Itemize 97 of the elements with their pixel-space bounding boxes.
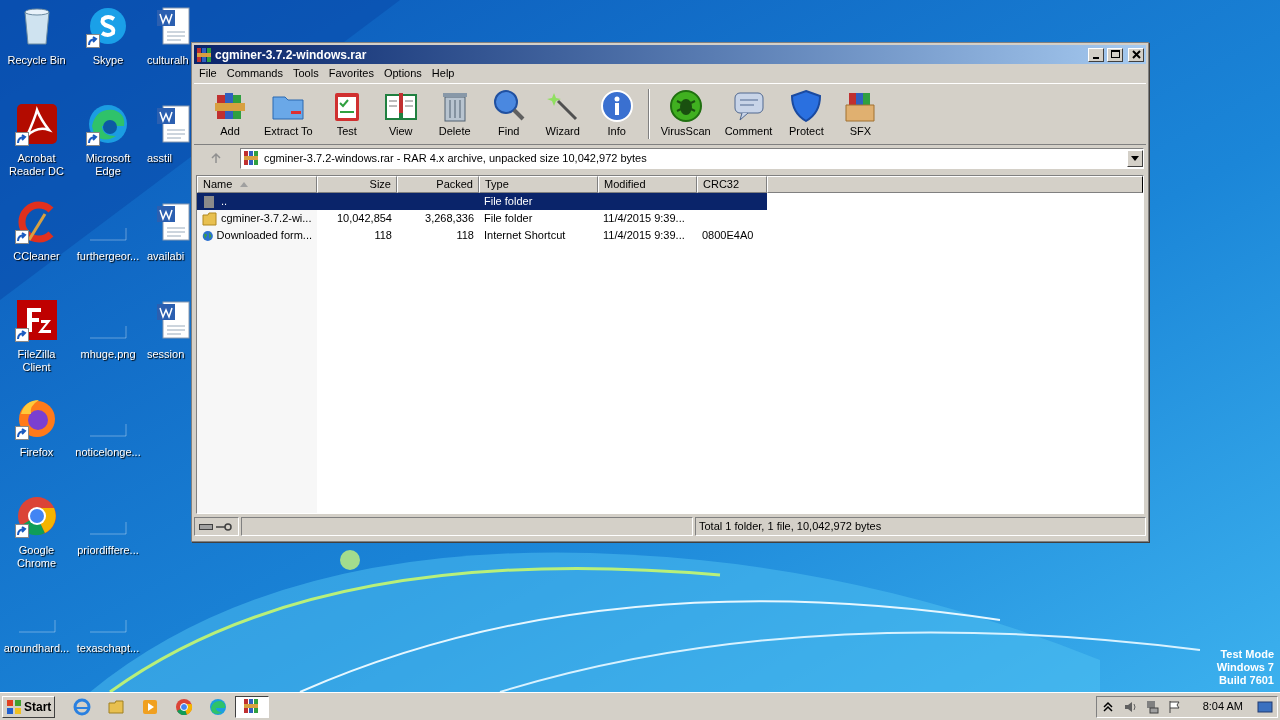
icon-label[interactable]: Recycle Bin (7, 54, 66, 67)
icon-label[interactable]: priordiffere... (77, 544, 139, 557)
file-row[interactable]: Downloaded form... 118 118 Internet Shortcut 11/4/2015 9:39... 0800E4A0 (197, 227, 767, 244)
table-cell-text: 118 (456, 228, 474, 244)
column-header[interactable]: Name (197, 176, 317, 193)
toolbar-button[interactable]: SFX (834, 88, 887, 140)
folder-icon (202, 210, 218, 227)
show-desktop-icon[interactable] (1257, 699, 1273, 714)
minimize-button[interactable] (1088, 47, 1104, 62)
column-header[interactable]: Size (317, 176, 397, 193)
icon-label[interactable]: texaschapt... (76, 642, 140, 655)
table-cell-text: File folder (484, 211, 533, 227)
flag-icon[interactable] (1166, 698, 1183, 715)
menu-item[interactable]: Commands (221, 65, 288, 82)
menu-item[interactable]: Help (426, 65, 460, 82)
toolbar-button[interactable]: Add (204, 88, 256, 140)
toolbar-button[interactable]: Test (320, 88, 373, 140)
window-title: cgminer-3.7.2-windows.rar (215, 46, 367, 64)
clock-time[interactable]: 8:04 AM (1202, 698, 1243, 715)
menu-item[interactable]: Options (378, 65, 427, 82)
drive-icon (199, 522, 213, 531)
toolbar-button[interactable]: View (374, 88, 427, 140)
key-icon (216, 522, 232, 531)
network-icon[interactable] (1144, 698, 1161, 715)
toolbar-button[interactable]: Find (482, 88, 535, 140)
menu-item[interactable]: Tools (288, 65, 324, 82)
icon-label[interactable]: Firefox (19, 446, 54, 459)
icon-label[interactable]: availabi (147, 250, 185, 263)
toolbar-button[interactable]: Protect (780, 88, 833, 140)
address-text: cgminer-3.7.2-windows.rar - RAR 4.x archive, unpacked size 10,042,972 bytes (264, 150, 648, 166)
taskbar-app[interactable] (235, 695, 270, 718)
toolbar-button[interactable]: Delete (428, 88, 481, 140)
toolbar-button[interactable]: Extract To (258, 88, 319, 140)
icon-label[interactable]: asstil (147, 152, 173, 165)
table-cell-text: 118 (374, 228, 392, 244)
maximize-icon (1109, 49, 1121, 60)
icon-label[interactable]: Google Chrome (2, 544, 71, 570)
file-row[interactable]: .. File folder (197, 193, 767, 210)
table-cell-text: cgminer-3.7.2-wi... (221, 211, 312, 227)
table-cell-text: 11/4/2015 9:39... (603, 211, 685, 227)
caret-icon (1131, 155, 1139, 161)
archive-icon (243, 150, 259, 166)
maximize-button[interactable] (1107, 47, 1123, 62)
bug-icon (668, 88, 703, 123)
os-mode-text: Windows 7 (1216, 661, 1274, 674)
edge-icon (209, 697, 228, 716)
edge-icon[interactable] (86, 102, 130, 146)
os-mode-text: Test Mode (1220, 648, 1274, 661)
media-player-icon (141, 697, 160, 716)
table-cell-text: 11/4/2015 9:39... (603, 228, 685, 244)
magnifier-icon (491, 88, 526, 123)
table-cell-text: Internet Shortcut (484, 228, 566, 244)
chrome-icon (175, 697, 194, 716)
close-icon (1130, 49, 1142, 60)
sort-arrow-icon (240, 182, 249, 187)
table-cell-text: .. (221, 194, 228, 210)
icon-label[interactable]: furthergeor... (76, 250, 140, 263)
dropdown-button[interactable] (1127, 149, 1143, 167)
minimize-icon (1093, 56, 1099, 59)
icon-label[interactable]: noticelonge... (75, 446, 141, 459)
icon-label[interactable]: mhuge.png (80, 348, 136, 361)
column-header[interactable]: Modified (598, 176, 697, 193)
info-icon (599, 88, 634, 123)
icon-label[interactable]: CCleaner (13, 250, 60, 263)
icon-label[interactable]: culturalh (147, 54, 189, 67)
internet-explorer-icon (73, 697, 92, 716)
icon-label[interactable]: Microsoft Edge (74, 152, 142, 178)
menu-item[interactable]: Favorites (323, 65, 379, 82)
column-header[interactable]: CRC32 (697, 176, 767, 193)
menu-item[interactable]: File (194, 65, 222, 82)
folder-icon (107, 697, 126, 716)
up-arrow-icon (210, 152, 222, 164)
table-cell-text: 0800E4A0 (702, 228, 754, 244)
toolbar-button[interactable]: Wizard (536, 88, 589, 140)
column-header[interactable]: Packed (397, 176, 479, 193)
status-text: Total 1 folder, 1 file, 10,042,972 bytes (699, 519, 882, 535)
icon-label[interactable]: Skype (92, 54, 124, 67)
icon-label[interactable]: FileZilla Client (2, 348, 71, 374)
icon-label[interactable]: Acrobat Reader DC (2, 152, 71, 178)
table-cell-text: Downloaded form... (216, 228, 312, 244)
windows-logo-icon (6, 698, 22, 715)
icon-label[interactable]: aroundhard... (3, 642, 70, 655)
table-cell-text: 10,042,854 (336, 211, 392, 227)
table-cell-text: File folder (484, 194, 533, 210)
file-row[interactable]: cgminer-3.7.2-wi... 10,042,854 3,268,336 File folder 11/4/2015 9:39... (197, 210, 767, 227)
toolbar-button[interactable]: VirusScan (654, 88, 717, 140)
start-button[interactable]: Start (2, 695, 56, 718)
table-cell-text: 3,268,336 (425, 211, 474, 227)
shield-icon (789, 88, 824, 123)
os-mode-text: Build 7601 (1218, 674, 1274, 687)
icon-label[interactable]: session (147, 348, 185, 361)
archive-icon (196, 46, 212, 63)
column-header[interactable]: Type (479, 176, 598, 193)
toolbar-button[interactable]: Comment (718, 88, 779, 140)
address-field[interactable]: cgminer-3.7.2-windows.rar - RAR 4.x archive, unpacked size 10,042,972 bytes (240, 147, 1144, 169)
toolbar-button[interactable]: Info (590, 88, 643, 140)
close-button[interactable] (1128, 47, 1144, 62)
